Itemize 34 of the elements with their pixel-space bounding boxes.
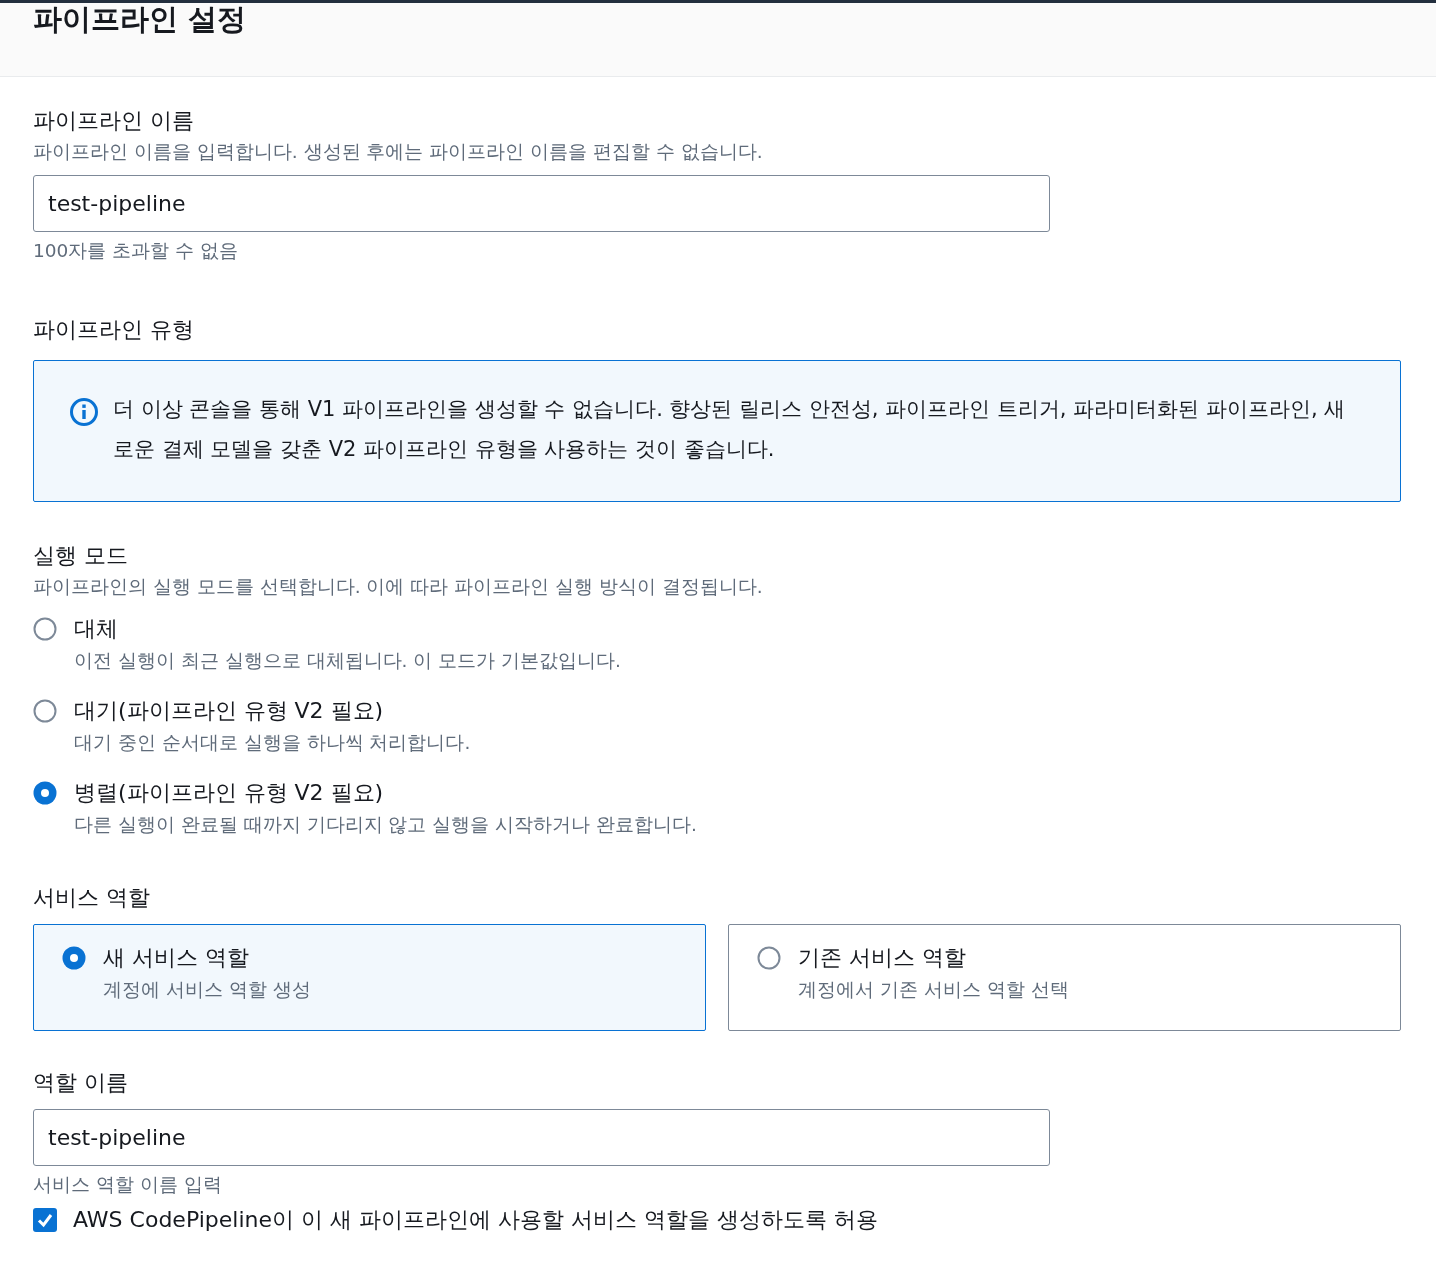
field-label: 파이프라인 유형 <box>33 316 195 344</box>
text-input[interactable]: test-pipeline <box>33 175 1050 232</box>
page-title: 파이프라인 설정 <box>32 1 248 37</box>
field-label: 파이프라인 이름 <box>33 107 195 135</box>
info-icon <box>69 397 99 427</box>
radio-label[interactable]: 대기(파이프라인 유형 V2 필요) <box>74 694 1401 728</box>
field-label: 역할 이름 <box>33 1069 129 1097</box>
tile-description: 계정에서 기존 서비스 역할 선택 <box>798 978 1070 1002</box>
tile-description: 계정에 서비스 역할 생성 <box>103 978 312 1002</box>
checkbox[interactable] <box>33 1208 57 1232</box>
tile-title: 기존 서비스 역할 <box>798 944 967 972</box>
checkbox-label[interactable]: AWS CodePipeline이 이 새 파이프라인에 사용할 서비스 역할을 생성하도록 허용 <box>73 1200 878 1240</box>
field-label: 서비스 역할 <box>33 884 151 912</box>
role-option-tile[interactable]: 새 서비스 역할 계정에 서비스 역할 생성 <box>33 924 706 1031</box>
field-description: 파이프라인의 실행 모드를 선택합니다. 이에 따라 파이프라인 실행 방식이 결정됩니다. <box>33 575 764 599</box>
tile-title: 새 서비스 역할 <box>103 944 250 972</box>
field-label: 실행 모드 <box>33 542 129 570</box>
radio-description: 이전 실행이 최근 실행으로 대체됩니다. 이 모드가 기본값입니다. <box>74 649 622 673</box>
radio-label[interactable]: 대체 <box>74 612 1401 646</box>
radio-label[interactable]: 병렬(파이프라인 유형 V2 필요) <box>74 776 1401 810</box>
radio-button[interactable] <box>757 946 781 970</box>
radio-button[interactable] <box>33 699 57 723</box>
info-message: 더 이상 콘솔을 통해 V1 파이프라인을 생성할 수 없습니다. 향상된 릴리스 안전성, 파이프라인 트리거, 파라미터화된 파이프라인, 새로운 결제 모델을 갖춘 V2 파이프라인 유형을 사용하는 것이 좋습니다. <box>113 396 1347 463</box>
checkmark-icon <box>36 1211 54 1229</box>
radio-button[interactable] <box>33 781 57 805</box>
field-hint: 100자를 초과할 수 없음 <box>33 239 239 263</box>
role-option-tile[interactable]: 기존 서비스 역할 계정에서 기존 서비스 역할 선택 <box>728 924 1401 1031</box>
text-input[interactable]: test-pipeline <box>33 1109 1050 1166</box>
radio-button[interactable] <box>62 946 86 970</box>
field-description: 파이프라인 이름을 입력합니다. 생성된 후에는 파이프라인 이름을 편집할 수 없습니다. <box>33 140 764 164</box>
radio-button[interactable] <box>33 617 57 641</box>
radio-description: 다른 실행이 완료될 때까지 기다리지 않고 실행을 시작하거나 완료합니다. <box>74 813 698 837</box>
field-hint: 서비스 역할 이름 입력 <box>33 1173 223 1197</box>
radio-description: 대기 중인 순서대로 실행을 하나씩 처리합니다. <box>74 731 472 755</box>
